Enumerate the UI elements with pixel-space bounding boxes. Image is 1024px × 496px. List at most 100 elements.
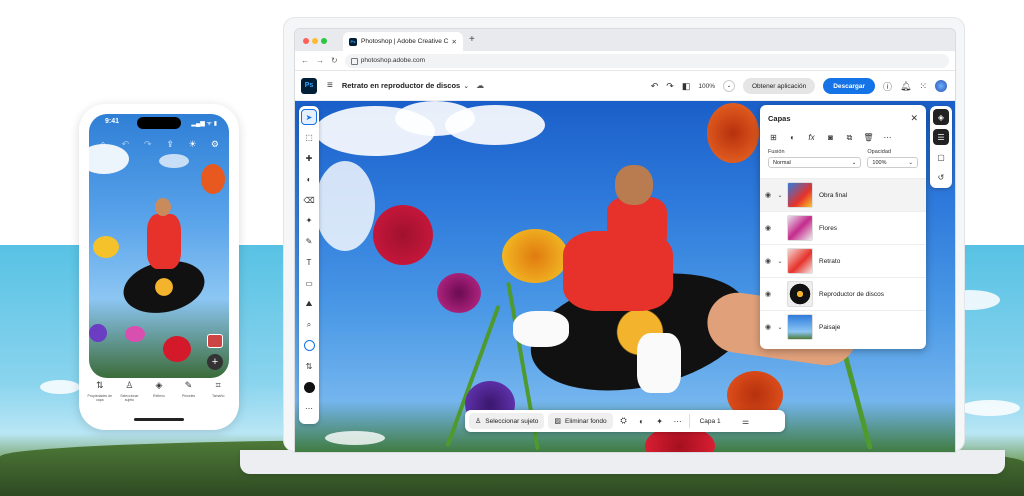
- swap-colors-icon[interactable]: ⇅: [301, 359, 317, 375]
- phone-tool-select-subject[interactable]: ♙ Seleccionar sujeto: [116, 376, 142, 418]
- phone-tool-layer-properties[interactable]: ⇅ Propiedades de capa: [87, 376, 113, 418]
- comment-icon[interactable]: ▢: [933, 149, 949, 165]
- select-subject-button[interactable]: ♙ Seleccionar sujeto: [469, 413, 545, 429]
- url-field[interactable]: photoshop.adobe.com: [344, 53, 949, 68]
- visibility-eye-icon[interactable]: ◉: [765, 323, 775, 331]
- layer-thumbnail: [787, 248, 813, 274]
- phone-mockup: 9:41 ▂▄▆ ᯤ ▮ ⌂ ↶ ↷ ⇪ ☀ ⚙ + ⇅ Propiedades…: [79, 104, 239, 430]
- help-icon[interactable]: ⓘ: [883, 80, 892, 93]
- visibility-eye-icon[interactable]: ◉: [765, 191, 775, 199]
- reload-icon[interactable]: ↻: [331, 56, 338, 65]
- phone-tool-size[interactable]: ⌗ Tamaño: [205, 376, 231, 418]
- layers-icon[interactable]: ◈: [933, 109, 949, 125]
- expand-chevron-icon[interactable]: ⌄: [775, 324, 785, 331]
- history-icon[interactable]: ↺: [933, 169, 949, 185]
- quick-select-icon[interactable]: ⬚: [301, 130, 317, 146]
- mask-icon[interactable]: ⛭: [617, 416, 631, 426]
- forward-icon[interactable]: →: [316, 56, 324, 65]
- phone-tool-fill[interactable]: ◈ Relleno: [146, 376, 172, 418]
- brush-icon[interactable]: ✎: [301, 234, 317, 250]
- undo-icon[interactable]: ↶: [651, 81, 659, 92]
- maximize-window-icon[interactable]: [321, 38, 327, 44]
- redo-icon[interactable]: ↷: [142, 138, 154, 150]
- shape-icon[interactable]: ▭: [301, 275, 317, 291]
- opacity-select[interactable]: 100% ⌄: [867, 157, 918, 168]
- background-cloud: [960, 400, 1020, 416]
- properties-icon[interactable]: ☰: [933, 129, 949, 145]
- gear-icon[interactable]: ⚙: [209, 138, 221, 150]
- bell-icon[interactable]: 🔔︎: [900, 81, 911, 92]
- close-icon[interactable]: ✕: [910, 113, 918, 124]
- cloud-icon[interactable]: ☁: [476, 81, 484, 90]
- visibility-eye-icon[interactable]: ◉: [765, 290, 775, 298]
- more-icon[interactable]: ⋯: [671, 417, 685, 426]
- adjust-icon[interactable]: ◐: [635, 417, 649, 426]
- expand-chevron-icon[interactable]: ⌄: [775, 192, 785, 199]
- close-window-icon[interactable]: [303, 38, 309, 44]
- remove-background-button[interactable]: ▨ Eliminar fondo: [548, 413, 613, 429]
- text-icon[interactable]: T: [301, 255, 317, 271]
- add-layer-icon[interactable]: ⊞: [768, 133, 779, 143]
- chevron-down-icon[interactable]: ⌄: [463, 82, 469, 90]
- spot-heal-icon[interactable]: ✚: [301, 151, 317, 167]
- mask-icon[interactable]: ◙: [825, 133, 836, 143]
- apps-grid-icon[interactable]: ⁙: [919, 81, 927, 92]
- adjust-icon[interactable]: ◐: [301, 171, 317, 187]
- hamburger-menu-icon[interactable]: ≡: [327, 80, 333, 91]
- new-tab-icon[interactable]: +: [469, 34, 475, 45]
- get-app-button[interactable]: Obtener aplicación: [742, 78, 816, 94]
- generative-icon[interactable]: ✦: [653, 417, 667, 426]
- generative-fill-icon[interactable]: ✦: [301, 213, 317, 229]
- image-canvas[interactable]: ➤ ⬚ ✚ ◐ ⌫ ✦ ✎ T ▭ ⛰ ⌕ ⇅ ⋯ Capas ✕ ⊞ ◐ fx…: [295, 101, 955, 452]
- zoom-level[interactable]: 100%: [698, 83, 715, 90]
- layer-row[interactable]: ◉ Reproductor de discos: [760, 277, 926, 310]
- adjustment-layer-icon[interactable]: ◐: [787, 133, 798, 143]
- background-cloud: [40, 380, 80, 394]
- visibility-eye-icon[interactable]: ◉: [765, 257, 775, 265]
- background-color-icon[interactable]: [301, 338, 317, 354]
- document-title[interactable]: Retrato en reproductor de discos: [342, 81, 460, 90]
- home-icon[interactable]: ⌂: [97, 138, 109, 150]
- phone-tool-brushes[interactable]: ✎ Pinceles: [176, 376, 202, 418]
- layers-actions: ⊞ ◐ fx ◙ ⧉ 🗑︎ ⋯: [760, 124, 926, 143]
- foreground-color-icon[interactable]: [301, 379, 317, 395]
- yellow-flower: [502, 229, 568, 283]
- eraser-icon[interactable]: ⌫: [301, 192, 317, 208]
- zoom-chevron-icon[interactable]: ⌄: [722, 80, 735, 92]
- layer-thumbnail[interactable]: [207, 334, 223, 348]
- layer-row[interactable]: ◉ ⌄ Paisaje: [760, 310, 926, 343]
- layer-name: Obra final: [819, 191, 848, 199]
- brush-icon: ✎: [184, 380, 193, 390]
- compare-icon[interactable]: ◧: [682, 81, 691, 92]
- eyedropper-icon[interactable]: ⌕: [301, 317, 317, 333]
- blend-mode-select[interactable]: Normal ⌄: [768, 157, 862, 168]
- more-icon[interactable]: ⋯: [301, 400, 317, 416]
- photoshop-logo[interactable]: Ps: [301, 77, 317, 94]
- idea-icon[interactable]: ☀: [187, 138, 199, 150]
- redo-icon[interactable]: ↷: [666, 81, 674, 92]
- stack-icon[interactable]: ⧉: [844, 133, 855, 143]
- undo-icon[interactable]: ↶: [119, 138, 131, 150]
- image-icon[interactable]: ⛰: [301, 296, 317, 312]
- settings-sliders-icon[interactable]: ⚌: [739, 417, 753, 426]
- avatar[interactable]: [935, 80, 947, 92]
- expand-chevron-icon[interactable]: ⌄: [775, 258, 785, 265]
- phone-notch: [137, 117, 181, 129]
- visibility-eye-icon[interactable]: ◉: [765, 224, 775, 232]
- more-icon[interactable]: ⋯: [882, 133, 893, 143]
- orange-flower: [707, 103, 759, 163]
- phone-status-icons: ▂▄▆ ᯤ ▮: [191, 121, 217, 127]
- layer-row[interactable]: ◉ ⌄ Obra final: [760, 178, 926, 211]
- add-icon[interactable]: +: [207, 354, 223, 370]
- download-button[interactable]: Descargar: [823, 78, 875, 94]
- layer-row[interactable]: ◉ Flores: [760, 211, 926, 244]
- minimize-window-icon[interactable]: [312, 38, 318, 44]
- layer-row[interactable]: ◉ ⌄ Retrato: [760, 244, 926, 277]
- close-tab-icon[interactable]: ✕: [452, 38, 457, 46]
- share-icon[interactable]: ⇪: [164, 138, 176, 150]
- effects-icon[interactable]: fx: [806, 133, 817, 143]
- select-tool-icon[interactable]: ➤: [301, 109, 317, 125]
- browser-tab[interactable]: Ps Photoshop | Adobe Creative C ✕: [343, 32, 463, 51]
- back-icon[interactable]: ←: [301, 56, 309, 65]
- trash-icon[interactable]: 🗑︎: [863, 133, 874, 143]
